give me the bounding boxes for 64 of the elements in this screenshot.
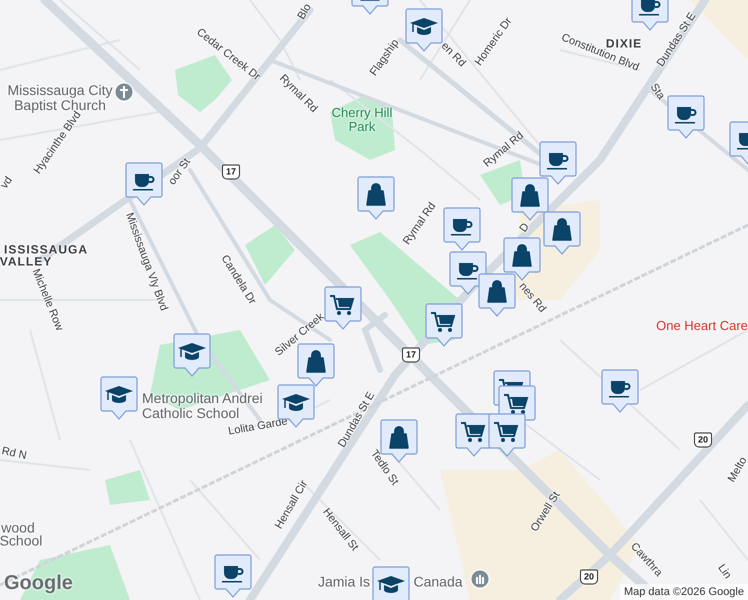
grocery-map-marker[interactable] bbox=[424, 302, 464, 348]
park-area bbox=[330, 95, 395, 160]
cafe-map-marker[interactable] bbox=[600, 368, 640, 414]
place-label: Jamia Is bbox=[318, 574, 370, 590]
route-shield: 17 bbox=[402, 348, 420, 362]
grocery-map-marker[interactable] bbox=[323, 285, 363, 331]
park-label: Cherry Hill Park bbox=[330, 106, 394, 134]
cup-icon bbox=[639, 0, 660, 16]
cup-icon bbox=[547, 153, 568, 170]
school-map-marker[interactable] bbox=[371, 565, 411, 600]
cup-icon bbox=[451, 219, 472, 236]
graduation-cap-icon bbox=[377, 576, 405, 593]
place-label: School bbox=[0, 534, 42, 548]
street-label: nes Rd bbox=[516, 280, 548, 316]
route-shield: 20 bbox=[694, 432, 712, 448]
graduation-cap-icon bbox=[178, 343, 206, 360]
shop-map-marker[interactable] bbox=[356, 175, 396, 221]
area-label: ISSISSAUGA bbox=[4, 244, 88, 256]
cup-icon bbox=[675, 107, 696, 124]
cup-icon bbox=[737, 133, 748, 150]
school-map-marker[interactable] bbox=[404, 7, 444, 53]
place-label: Canada bbox=[413, 574, 463, 590]
shop-map-marker[interactable] bbox=[477, 272, 517, 318]
street-label: Lin bbox=[714, 562, 734, 582]
shopping-cart-icon bbox=[494, 422, 518, 442]
school-map-marker[interactable] bbox=[99, 375, 139, 421]
street-label: Rd N bbox=[0, 445, 28, 463]
mosque-icon bbox=[470, 569, 490, 591]
cafe-map-marker[interactable] bbox=[124, 161, 164, 207]
shopping-cart-icon bbox=[504, 394, 528, 414]
cup-icon bbox=[457, 263, 478, 280]
area-label: VALLEY bbox=[0, 256, 52, 268]
graduation-cap-icon bbox=[282, 394, 310, 411]
business-label: One Heart Care bbox=[656, 319, 748, 333]
shop-map-marker[interactable] bbox=[296, 342, 336, 388]
shop-map-marker[interactable] bbox=[510, 176, 550, 222]
place-label: Metropolitan Andrei Catholic School bbox=[142, 391, 263, 421]
street-label: oor St bbox=[166, 156, 194, 188]
shopping-cart-icon bbox=[461, 422, 486, 442]
map-attribution: Map data ©2026 Google bbox=[620, 584, 748, 600]
grocery-map-marker[interactable] bbox=[487, 412, 527, 458]
street-label: en Rd bbox=[438, 40, 468, 70]
street-label: vd bbox=[0, 174, 16, 192]
cafe-map-marker[interactable] bbox=[442, 206, 482, 252]
church-icon bbox=[114, 82, 134, 104]
cup-icon bbox=[133, 174, 154, 190]
graduation-cap-icon bbox=[105, 386, 133, 403]
cafe-map-marker[interactable] bbox=[538, 140, 578, 186]
shopping-cart-icon bbox=[431, 312, 456, 332]
street-label: D bbox=[517, 221, 533, 235]
place-label: wood bbox=[1, 520, 35, 536]
cafe-map-marker[interactable] bbox=[666, 94, 706, 140]
shopping-cart-icon bbox=[330, 295, 354, 315]
google-logo: Google bbox=[4, 571, 73, 596]
cup-icon bbox=[222, 566, 244, 582]
cup-icon bbox=[609, 381, 630, 398]
route-shield: 20 bbox=[580, 570, 598, 584]
park-area bbox=[105, 470, 150, 505]
route-shield: 17 bbox=[222, 164, 240, 180]
graduation-cap-icon bbox=[410, 18, 438, 35]
cafe-map-marker[interactable] bbox=[213, 553, 253, 599]
street-label: Sta bbox=[646, 82, 668, 102]
street-label: Blo bbox=[295, 2, 315, 22]
park-area bbox=[245, 225, 295, 285]
